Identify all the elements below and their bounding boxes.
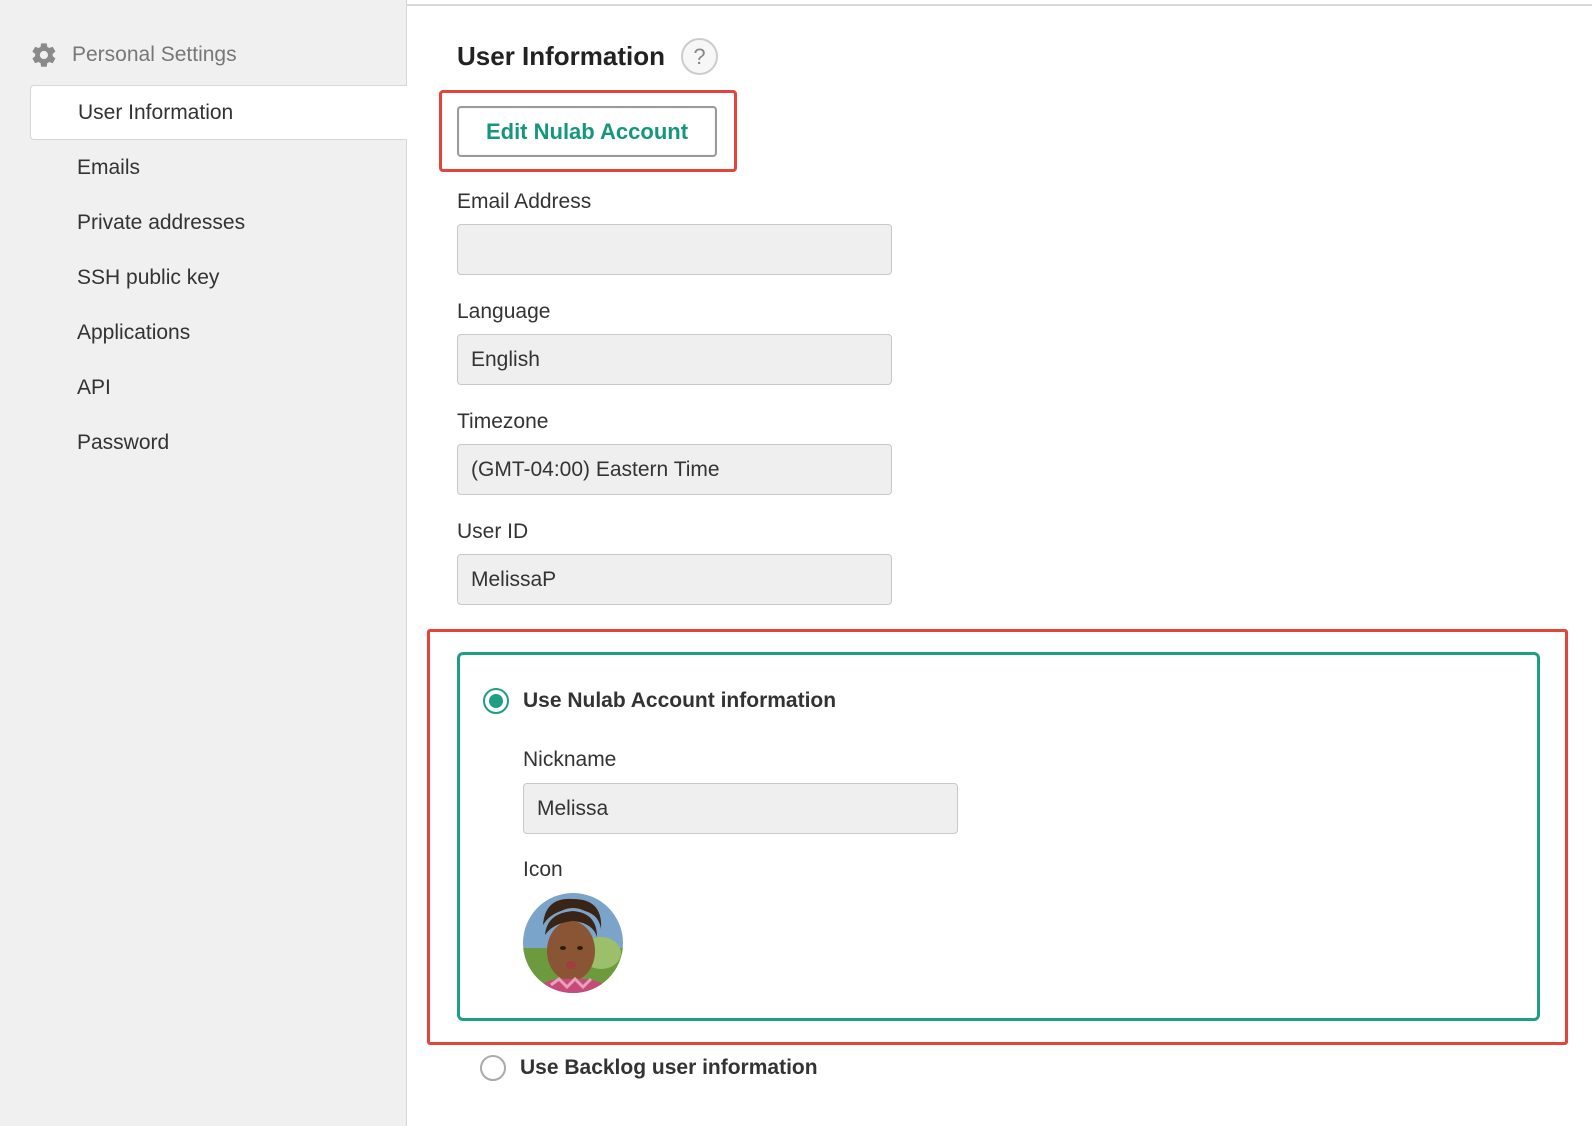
icon-label: Icon: [523, 858, 563, 881]
use-nulab-info-radio[interactable]: Use Nulab Account information: [483, 688, 836, 714]
sidebar-item-label: User Information: [78, 100, 234, 124]
sidebar-item-emails[interactable]: Emails: [30, 140, 407, 195]
email-field[interactable]: [457, 224, 892, 275]
sidebar-item-api[interactable]: API: [30, 360, 407, 415]
user-id-field[interactable]: MelissaP: [457, 554, 892, 605]
email-label: Email Address: [457, 190, 592, 213]
sidebar-item-applications[interactable]: Applications: [30, 305, 407, 360]
avatar: [523, 893, 623, 993]
settings-nav: User Information Emails Private addresse…: [30, 85, 407, 470]
sidebar-item-ssh-public-key[interactable]: SSH public key: [30, 250, 407, 305]
sidebar: Personal Settings User Information Email…: [0, 0, 407, 1126]
nickname-label: Nickname: [523, 748, 617, 771]
help-icon[interactable]: ?: [681, 38, 719, 75]
sidebar-item-label: Applications: [77, 320, 191, 344]
title-row: User Information ?: [457, 38, 719, 75]
nickname-field[interactable]: Melissa: [523, 783, 958, 834]
sidebar-item-user-information[interactable]: User Information: [30, 85, 407, 140]
settings-page: Personal Settings User Information Email…: [0, 0, 1592, 1126]
sidebar-item-label: Private addresses: [77, 210, 246, 234]
sidebar-item-label: Password: [77, 430, 170, 454]
timezone-field[interactable]: (GMT-04:00) Eastern Time: [457, 444, 892, 495]
sidebar-header-label: Personal Settings: [72, 43, 237, 66]
sidebar-item-label: API: [77, 375, 111, 399]
use-backlog-info-radio[interactable]: Use Backlog user information: [480, 1055, 818, 1081]
language-label: Language: [457, 300, 551, 323]
use-backlog-info-label: Use Backlog user information: [520, 1056, 818, 1079]
user-id-label: User ID: [457, 520, 529, 543]
main-content: User Information ? Edit Nulab Account Em…: [427, 0, 1592, 1126]
sidebar-item-label: SSH public key: [77, 265, 220, 289]
language-field[interactable]: English: [457, 334, 892, 385]
sidebar-header: Personal Settings: [30, 40, 237, 70]
radio-selected-icon: [483, 688, 509, 714]
use-nulab-info-label: Use Nulab Account information: [523, 689, 837, 712]
sidebar-item-private-addresses[interactable]: Private addresses: [30, 195, 407, 250]
radio-unselected-icon: [480, 1055, 506, 1081]
avatar-image: [523, 893, 623, 993]
sidebar-item-label: Emails: [77, 155, 141, 179]
edit-nulab-account-button[interactable]: Edit Nulab Account: [457, 106, 717, 157]
timezone-label: Timezone: [457, 410, 549, 433]
page-title: User Information: [457, 41, 666, 71]
gear-icon: [32, 43, 56, 67]
sidebar-item-password[interactable]: Password: [30, 415, 407, 470]
